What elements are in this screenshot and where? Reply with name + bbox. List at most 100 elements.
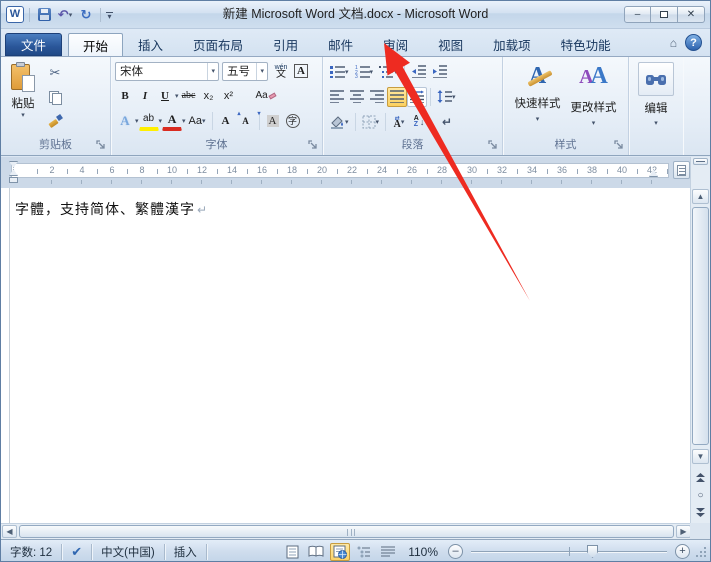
next-page-button[interactable] bbox=[692, 504, 709, 520]
zoom-in-button[interactable]: + bbox=[675, 544, 690, 559]
document-editing-area[interactable]: 字體，支持简体、繁體漢字↵ bbox=[1, 188, 692, 523]
fullscreen-reading-view-button[interactable] bbox=[306, 543, 326, 561]
tab-addins[interactable]: 加载项 bbox=[478, 33, 546, 56]
resize-grip[interactable] bbox=[696, 547, 706, 557]
subscript-button[interactable]: x₂ bbox=[199, 86, 219, 106]
cut-button[interactable]: ✂ bbox=[45, 63, 65, 83]
asian-layout-button[interactable]: ⇄A▾ bbox=[389, 112, 409, 132]
copy-button[interactable] bbox=[45, 87, 65, 107]
text-highlight-button[interactable]: ab bbox=[139, 111, 159, 131]
font-color-button[interactable]: A bbox=[162, 111, 182, 131]
format-painter-button[interactable] bbox=[45, 111, 65, 131]
character-border-button[interactable]: A bbox=[291, 61, 311, 81]
ruler-tick bbox=[367, 169, 368, 174]
view-ruler-toggle-button[interactable] bbox=[673, 161, 690, 179]
insert-mode-status[interactable]: 插入 bbox=[165, 544, 207, 560]
change-case-button[interactable]: Aa▾ bbox=[186, 111, 209, 131]
numbering-button[interactable]: 123▾ bbox=[352, 62, 377, 82]
font-name-select[interactable]: 宋体▾ bbox=[115, 62, 219, 81]
styles-dialog-launcher-icon[interactable] bbox=[614, 140, 625, 151]
quick-styles-button[interactable]: A 快速样式 ▾ bbox=[510, 59, 566, 135]
zoom-slider[interactable] bbox=[471, 544, 667, 559]
previous-page-button[interactable] bbox=[692, 469, 709, 485]
ruler-number: 20 bbox=[317, 165, 327, 175]
strikethrough-button[interactable]: abc bbox=[179, 86, 199, 106]
font-dialog-launcher-icon[interactable] bbox=[308, 140, 319, 151]
phonetic-guide-button[interactable]: wén文 bbox=[271, 61, 291, 81]
bullets-button[interactable]: ▾ bbox=[327, 62, 352, 82]
restore-button[interactable] bbox=[651, 6, 678, 23]
tab-review[interactable]: 审阅 bbox=[368, 33, 423, 56]
scroll-down-button[interactable]: ▼ bbox=[692, 449, 709, 464]
superscript-button[interactable]: x² bbox=[219, 86, 239, 106]
distribute-button[interactable] bbox=[407, 87, 427, 107]
zoom-slider-thumb[interactable] bbox=[587, 545, 598, 558]
enclose-characters-button[interactable]: 字 bbox=[283, 111, 303, 131]
grow-font-button[interactable]: A▴ bbox=[216, 111, 236, 131]
borders-button[interactable]: ▾ bbox=[359, 112, 383, 132]
proofing-status[interactable]: ✔ bbox=[62, 544, 92, 560]
tab-home[interactable]: 开始 bbox=[68, 33, 123, 56]
scroll-right-button[interactable]: ▶ bbox=[676, 525, 691, 538]
paste-button[interactable]: 粘贴 ▾ bbox=[1, 59, 45, 131]
align-center-button[interactable] bbox=[347, 87, 367, 107]
italic-button[interactable]: I bbox=[135, 86, 155, 106]
customize-qat-button[interactable]: ▾ bbox=[106, 10, 113, 19]
save-button[interactable] bbox=[35, 6, 53, 24]
minimize-ribbon-button[interactable]: ⌂ bbox=[670, 36, 677, 50]
character-shading-button[interactable]: A bbox=[263, 111, 283, 131]
justify-button[interactable] bbox=[387, 87, 407, 107]
vertical-scroll-thumb[interactable] bbox=[692, 207, 709, 445]
ruler-number: 14 bbox=[227, 165, 237, 175]
select-browse-object-button[interactable]: ○ bbox=[692, 487, 709, 503]
scroll-up-button[interactable]: ▲ bbox=[692, 189, 709, 204]
split-window-handle[interactable] bbox=[693, 158, 708, 165]
underline-button[interactable]: U bbox=[155, 86, 175, 106]
ruler-number: 16 bbox=[257, 165, 267, 175]
tab-view[interactable]: 视图 bbox=[423, 33, 478, 56]
left-indent-marker[interactable] bbox=[9, 177, 18, 183]
line-spacing-button[interactable]: ▾ bbox=[434, 87, 459, 107]
paragraph-dialog-launcher-icon[interactable] bbox=[488, 140, 499, 151]
web-layout-view-button[interactable] bbox=[330, 543, 350, 561]
tab-references[interactable]: 引用 bbox=[258, 33, 313, 56]
horizontal-scroll-thumb[interactable] bbox=[19, 525, 674, 538]
change-styles-button[interactable]: AA 更改样式 ▾ bbox=[566, 59, 622, 135]
editing-button[interactable] bbox=[638, 62, 674, 96]
align-left-button[interactable] bbox=[327, 87, 347, 107]
outline-view-button[interactable] bbox=[354, 543, 374, 561]
redo-button[interactable]: ↻ bbox=[77, 6, 95, 24]
tab-special-features[interactable]: 特色功能 bbox=[546, 33, 626, 56]
tab-mailings[interactable]: 邮件 bbox=[313, 33, 368, 56]
language-status[interactable]: 中文(中国) bbox=[92, 544, 165, 560]
ruler-subtick bbox=[231, 180, 232, 184]
print-layout-view-button[interactable] bbox=[282, 543, 302, 561]
increase-indent-button[interactable] bbox=[429, 62, 450, 82]
ruler-subtick bbox=[321, 180, 322, 184]
shrink-font-button[interactable]: A▾ bbox=[236, 111, 256, 131]
bold-button[interactable]: B bbox=[115, 86, 135, 106]
clipboard-dialog-launcher-icon[interactable] bbox=[96, 140, 107, 151]
decrease-indent-button[interactable] bbox=[408, 62, 429, 82]
word-count-status[interactable]: 字数: 12 bbox=[1, 544, 62, 560]
multilevel-list-button[interactable]: ▾ bbox=[376, 62, 401, 82]
word-app-icon[interactable]: W bbox=[6, 6, 24, 23]
text-effects-button[interactable]: A bbox=[115, 111, 135, 131]
tab-insert[interactable]: 插入 bbox=[123, 33, 178, 56]
align-right-button[interactable] bbox=[367, 87, 387, 107]
show-hide-marks-button[interactable]: ↵ bbox=[437, 112, 457, 132]
tab-file[interactable]: 文件 bbox=[5, 33, 62, 56]
clear-formatting-button[interactable]: Aa bbox=[253, 86, 279, 106]
draft-view-button[interactable] bbox=[378, 543, 398, 561]
minimize-button[interactable]: – bbox=[624, 6, 651, 23]
zoom-out-button[interactable]: – bbox=[448, 544, 463, 559]
shading-button[interactable]: ▾ bbox=[327, 112, 352, 132]
close-button[interactable]: ✕ bbox=[678, 6, 705, 23]
undo-button[interactable]: ↶▾ bbox=[56, 6, 74, 24]
tab-page-layout[interactable]: 页面布局 bbox=[178, 33, 258, 56]
help-button[interactable]: ? bbox=[685, 34, 702, 51]
scroll-left-button[interactable]: ◀ bbox=[2, 525, 17, 538]
font-size-select[interactable]: 五号▾ bbox=[222, 62, 268, 81]
zoom-level[interactable]: 110% bbox=[408, 545, 438, 559]
sort-button[interactable]: AZ↓ bbox=[409, 112, 429, 132]
